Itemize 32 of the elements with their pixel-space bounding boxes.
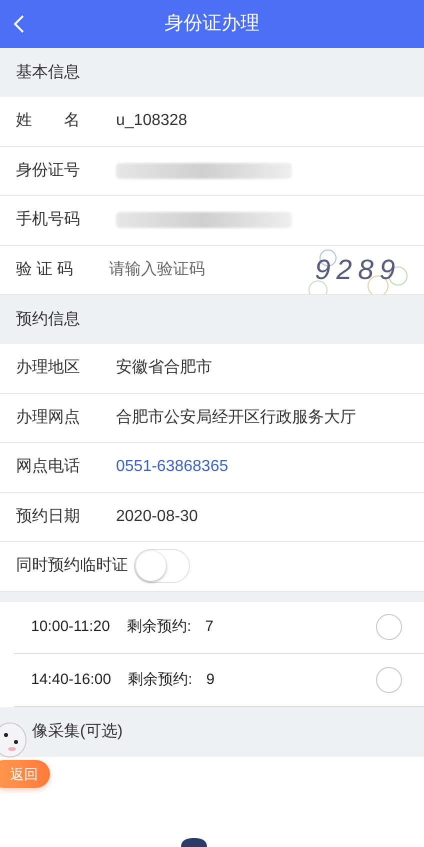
field-value: 2020-08-30: [116, 506, 198, 527]
field-label: 预约日期: [16, 506, 80, 527]
field-value: 安徽省合肥市: [116, 358, 212, 378]
field-label: 同时预约临时证: [16, 556, 128, 576]
page-title: 身份证办理: [164, 12, 260, 36]
radio-button[interactable]: [376, 614, 402, 640]
radio-button[interactable]: [376, 666, 402, 693]
field-label: 办理地区: [16, 358, 80, 378]
remaining-label: 剩余预约:: [126, 617, 192, 637]
field-label: 姓 名: [16, 111, 80, 132]
section-header: 基本信息: [0, 48, 424, 97]
time-range: 10:00-11:20: [31, 617, 110, 637]
field-label: 身份证号: [16, 160, 80, 181]
captcha-image[interactable]: 9289: [314, 248, 402, 291]
remaining-count: 9: [206, 670, 215, 690]
captcha-input[interactable]: 请输入验证码: [108, 258, 279, 282]
phone-link[interactable]: 0551-63868365: [116, 455, 228, 480]
section-header: 像采集(可选): [0, 706, 424, 756]
field-value: 合肥市公安局经开区行政服务大厅: [116, 408, 356, 428]
field-label: 验 证 码: [16, 260, 73, 280]
time-range: 14:40-16:00: [31, 670, 112, 690]
field-value: u_108328: [116, 111, 188, 132]
time-slot-row[interactable]: 10:00-11:20 剩余预约: 7: [14, 602, 424, 654]
tab-bar-icon: [181, 838, 207, 847]
field-label: 办理网点: [16, 408, 80, 428]
toggle-switch[interactable]: [134, 549, 190, 584]
field-label: 手机号码: [16, 210, 80, 230]
remaining-count: 7: [205, 617, 214, 637]
section-header: 预约信息: [0, 295, 424, 344]
remaining-label: 剩余预约:: [128, 670, 192, 690]
back-icon[interactable]: [12, 14, 26, 34]
field-label: 网点电话: [16, 456, 80, 478]
